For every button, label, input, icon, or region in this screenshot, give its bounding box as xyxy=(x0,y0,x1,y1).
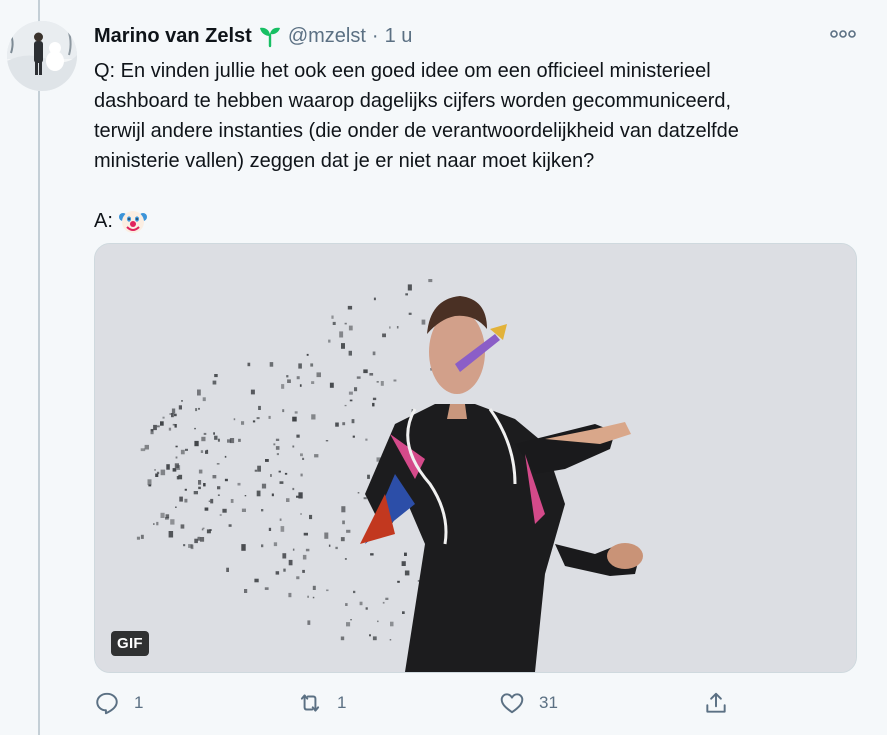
sprout-icon xyxy=(258,24,282,48)
clown-face-icon xyxy=(118,207,147,235)
retweet-icon xyxy=(300,694,320,712)
retweet-count: 1 xyxy=(337,693,347,712)
tweet-header: Marino van Zelst @mzelst · 1 u xyxy=(94,22,867,50)
tweet-text-line: Q: En vinden jullie het ook een goed ide… xyxy=(94,60,711,82)
reply-button[interactable]: 1 xyxy=(94,686,143,720)
author-display-name[interactable]: Marino van Zelst xyxy=(94,25,252,48)
avatar[interactable] xyxy=(7,21,77,91)
more-icon xyxy=(830,30,856,38)
more-options-button[interactable] xyxy=(829,24,857,44)
retweet-button[interactable]: 1 xyxy=(297,686,346,720)
tweet-text-line: dashboard te hebben waarop dagelijks cij… xyxy=(94,90,732,112)
tweet-text-line: terwijl andere instanties (die onder de … xyxy=(94,120,739,142)
tweet-text: Q: En vinden jullie het ook een goed ide… xyxy=(94,56,854,236)
gif-frame xyxy=(95,244,856,672)
share-icon xyxy=(706,692,726,713)
like-button[interactable]: 31 xyxy=(499,686,558,720)
gif-media[interactable]: GIF xyxy=(94,243,857,673)
thread-line xyxy=(38,0,40,735)
header-separator: · xyxy=(371,24,379,47)
answer-line: A: xyxy=(94,206,854,236)
author-handle[interactable]: @mzelst xyxy=(288,25,366,48)
share-button[interactable] xyxy=(703,686,729,720)
tweet-text-line: ministerie vallen) zeggen dat je er niet… xyxy=(94,150,595,172)
reply-count: 1 xyxy=(134,693,144,712)
gif-badge: GIF xyxy=(111,631,149,656)
reply-icon xyxy=(96,692,118,715)
tweet-actions: 1 1 31 xyxy=(94,686,794,720)
heart-icon xyxy=(500,693,524,714)
tweet-timestamp[interactable]: 1 u xyxy=(385,25,413,48)
answer-prefix: A: xyxy=(94,210,113,232)
like-count: 31 xyxy=(539,693,558,712)
